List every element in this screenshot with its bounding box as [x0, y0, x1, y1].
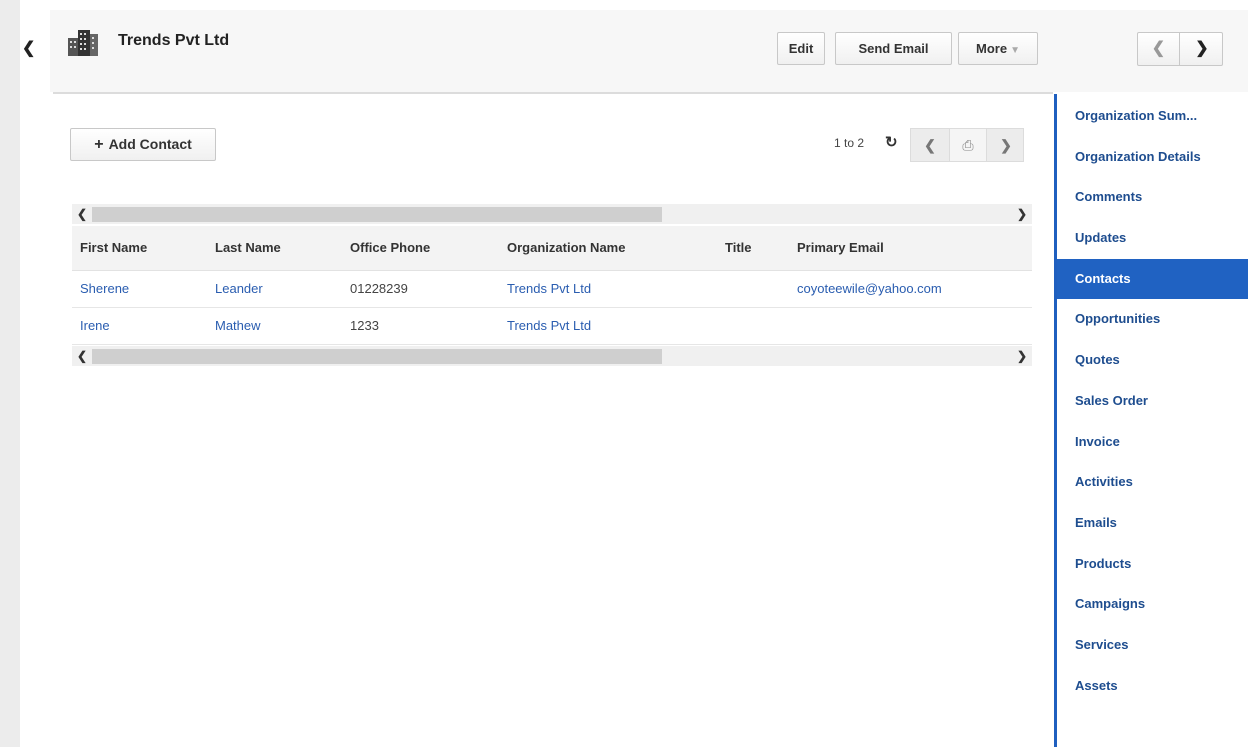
last-name-cell[interactable]: Mathew — [207, 307, 342, 345]
table-row[interactable]: Irene Mathew 1233 Trends Pvt Ltd — [72, 307, 1032, 345]
scrollbar-thumb[interactable] — [92, 349, 662, 364]
column-header-office-phone[interactable]: Office Phone — [342, 226, 499, 271]
column-header-primary-email[interactable]: Primary Email — [789, 226, 1032, 271]
table-header-row: First Name Last Name Office Phone Organi… — [72, 226, 1032, 271]
record-header: Trends Pvt Ltd Edit Send Email More ▼ ❮ ❯ — [50, 10, 1248, 92]
sidebar-item-comments[interactable]: Comments — [1057, 177, 1248, 218]
plus-icon: + — [94, 136, 104, 153]
left-rail — [0, 0, 20, 747]
sidebar-item-updates[interactable]: Updates — [1057, 218, 1248, 259]
scroll-right-icon[interactable]: ❯ — [1012, 346, 1032, 366]
sidebar-item-sales-order[interactable]: Sales Order — [1057, 381, 1248, 422]
sidebar-item-products[interactable]: Products — [1057, 544, 1248, 585]
related-list-sidebar: Organization Sum... Organization Details… — [1057, 96, 1248, 706]
column-header-first-name[interactable]: First Name — [72, 226, 207, 271]
previous-record-icon[interactable]: ❮ — [1138, 33, 1180, 65]
building-icon — [68, 30, 98, 56]
next-record-icon[interactable]: ❯ — [1181, 33, 1223, 65]
record-navigation: ❮ ❯ — [1137, 32, 1223, 66]
column-header-organization-name[interactable]: Organization Name — [499, 226, 717, 271]
office-phone-cell: 1233 — [342, 307, 499, 345]
sidebar-item-contacts[interactable]: Contacts — [1057, 258, 1248, 300]
sidebar-item-opportunities[interactable]: Opportunities — [1057, 299, 1248, 340]
send-email-button[interactable]: Send Email — [835, 32, 952, 65]
organization-name-cell[interactable]: Trends Pvt Ltd — [499, 270, 717, 308]
scroll-left-icon[interactable]: ❮ — [72, 346, 92, 366]
page-jump-icon[interactable]: ⎙ — [949, 129, 987, 161]
sidebar-item-campaigns[interactable]: Campaigns — [1057, 584, 1248, 625]
header-divider — [53, 92, 1053, 94]
horizontal-scrollbar-bottom[interactable]: ❮ ❯ — [72, 346, 1032, 366]
previous-page-icon[interactable]: ❮ — [911, 129, 949, 161]
contacts-panel: + Add Contact 1 to 2 ↻ ❮ ⎙ ❯ ❮ ❯ First Na… — [52, 96, 1054, 747]
add-contact-button[interactable]: + Add Contact — [70, 128, 216, 161]
add-contact-label: Add Contact — [108, 136, 192, 152]
pagination-range: 1 to 2 — [834, 136, 865, 150]
refresh-icon[interactable]: ↻ — [885, 133, 898, 151]
table-row[interactable]: Sherene Leander 01228239 Trends Pvt Ltd … — [72, 270, 1032, 308]
first-name-cell[interactable]: Irene — [72, 307, 207, 345]
sidebar-item-activities[interactable]: Activities — [1057, 462, 1248, 503]
sidebar-item-quotes[interactable]: Quotes — [1057, 340, 1248, 381]
sidebar-item-emails[interactable]: Emails — [1057, 503, 1248, 544]
sidebar-item-assets[interactable]: Assets — [1057, 666, 1248, 707]
scrollbar-thumb[interactable] — [92, 207, 662, 222]
scroll-left-icon[interactable]: ❮ — [72, 204, 92, 224]
page-title: Trends Pvt Ltd — [118, 32, 230, 49]
title-cell — [717, 307, 789, 345]
sidebar-item-services[interactable]: Services — [1057, 625, 1248, 666]
first-name-cell[interactable]: Sherene — [72, 270, 207, 308]
caret-down-icon: ▼ — [1010, 45, 1020, 56]
primary-email-cell[interactable]: coyoteewile@yahoo.com — [789, 270, 1032, 308]
more-label: More — [976, 41, 1008, 56]
sidebar-item-organization-details[interactable]: Organization Details — [1057, 137, 1248, 178]
collapse-sidebar-icon[interactable]: ❮ — [22, 38, 40, 57]
title-cell — [717, 270, 789, 308]
column-header-title[interactable]: Title — [717, 226, 789, 271]
pagination-controls: ❮ ⎙ ❯ — [910, 128, 1024, 162]
more-button[interactable]: More ▼ — [958, 32, 1038, 65]
sidebar-item-invoice[interactable]: Invoice — [1057, 422, 1248, 463]
scroll-right-icon[interactable]: ❯ — [1012, 204, 1032, 224]
contacts-table: First Name Last Name Office Phone Organi… — [72, 226, 1032, 345]
organization-name-cell[interactable]: Trends Pvt Ltd — [499, 307, 717, 345]
edit-button[interactable]: Edit — [777, 32, 825, 65]
primary-email-cell[interactable] — [789, 307, 1032, 345]
office-phone-cell: 01228239 — [342, 270, 499, 308]
next-page-icon[interactable]: ❯ — [987, 129, 1025, 161]
column-header-last-name[interactable]: Last Name — [207, 226, 342, 271]
horizontal-scrollbar-top[interactable]: ❮ ❯ — [72, 204, 1032, 224]
last-name-cell[interactable]: Leander — [207, 270, 342, 308]
sidebar-item-organization-summary[interactable]: Organization Sum... — [1057, 96, 1248, 137]
